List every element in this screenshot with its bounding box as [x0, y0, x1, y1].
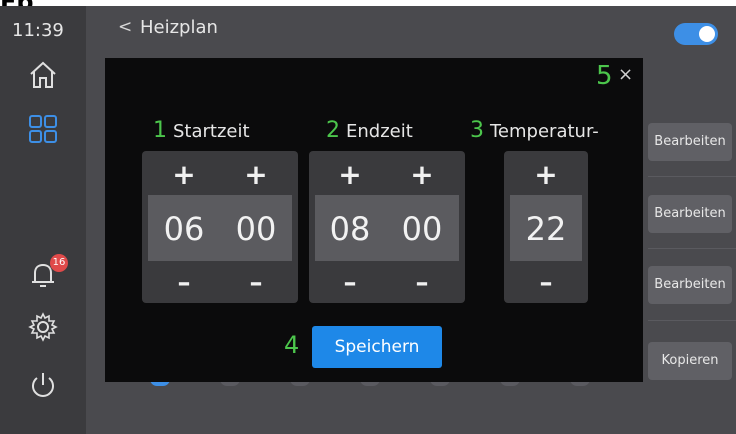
- start-minute-plus-button[interactable]: +: [236, 161, 276, 189]
- end-time-panel: + + 08 00 – –: [309, 151, 465, 303]
- save-button[interactable]: Speichern: [312, 326, 442, 368]
- start-time-panel: + + 06 00 – –: [142, 151, 298, 303]
- end-minute-value: 00: [401, 210, 443, 248]
- step-number: 2: [326, 118, 340, 143]
- save-step-number: 4: [284, 331, 300, 359]
- power-icon[interactable]: [26, 368, 60, 402]
- step-number: 1: [153, 118, 167, 143]
- edit-button-1[interactable]: Bearbeiten: [648, 123, 732, 161]
- column-label-text: Endzeit: [346, 121, 413, 142]
- temperature-value: 22: [525, 210, 567, 248]
- column-label-text: Startzeit: [173, 121, 250, 142]
- startzeit-label: 1 Startzeit: [153, 118, 250, 144]
- notification-badge: 16: [50, 254, 68, 272]
- edit-button-3[interactable]: Bearbeiten: [648, 266, 732, 304]
- grid-icon[interactable]: [26, 112, 60, 146]
- back-button[interactable]: <: [118, 17, 132, 37]
- close-icon[interactable]: ×: [618, 66, 633, 84]
- close-step-number: 5: [596, 61, 613, 91]
- clock-time: 11:39: [12, 20, 64, 41]
- temperature-panel: + 22 –: [504, 151, 588, 303]
- step-number: 3: [470, 118, 484, 143]
- end-minute-minus-button[interactable]: –: [402, 270, 442, 296]
- column-label-text: Temperatur-: [490, 121, 599, 142]
- copy-button[interactable]: Kopieren: [648, 342, 732, 380]
- gear-icon[interactable]: [26, 310, 60, 344]
- row-divider: [648, 320, 736, 321]
- heating-toggle[interactable]: [674, 23, 718, 45]
- start-hour-value: 06: [163, 210, 205, 248]
- page-title: Heizplan: [140, 17, 218, 38]
- start-minute-value: 00: [235, 210, 277, 248]
- edit-button-2[interactable]: Bearbeiten: [648, 195, 732, 233]
- row-divider: [648, 248, 736, 249]
- end-hour-plus-button[interactable]: +: [330, 161, 370, 189]
- home-icon[interactable]: [26, 58, 60, 92]
- row-divider: [648, 176, 736, 177]
- end-hour-minus-button[interactable]: –: [330, 270, 370, 296]
- endzeit-label: 2 Endzeit: [326, 118, 413, 144]
- toggle-knob: [699, 26, 715, 42]
- temperature-minus-button[interactable]: –: [526, 270, 566, 296]
- start-hour-plus-button[interactable]: +: [164, 161, 204, 189]
- end-hour-value: 08: [329, 210, 371, 248]
- start-minute-minus-button[interactable]: –: [236, 270, 276, 296]
- temperature-plus-button[interactable]: +: [526, 161, 566, 189]
- end-minute-plus-button[interactable]: +: [402, 161, 442, 189]
- temperatur-label: 3 Temperatur-: [470, 118, 599, 144]
- start-hour-minus-button[interactable]: –: [164, 270, 204, 296]
